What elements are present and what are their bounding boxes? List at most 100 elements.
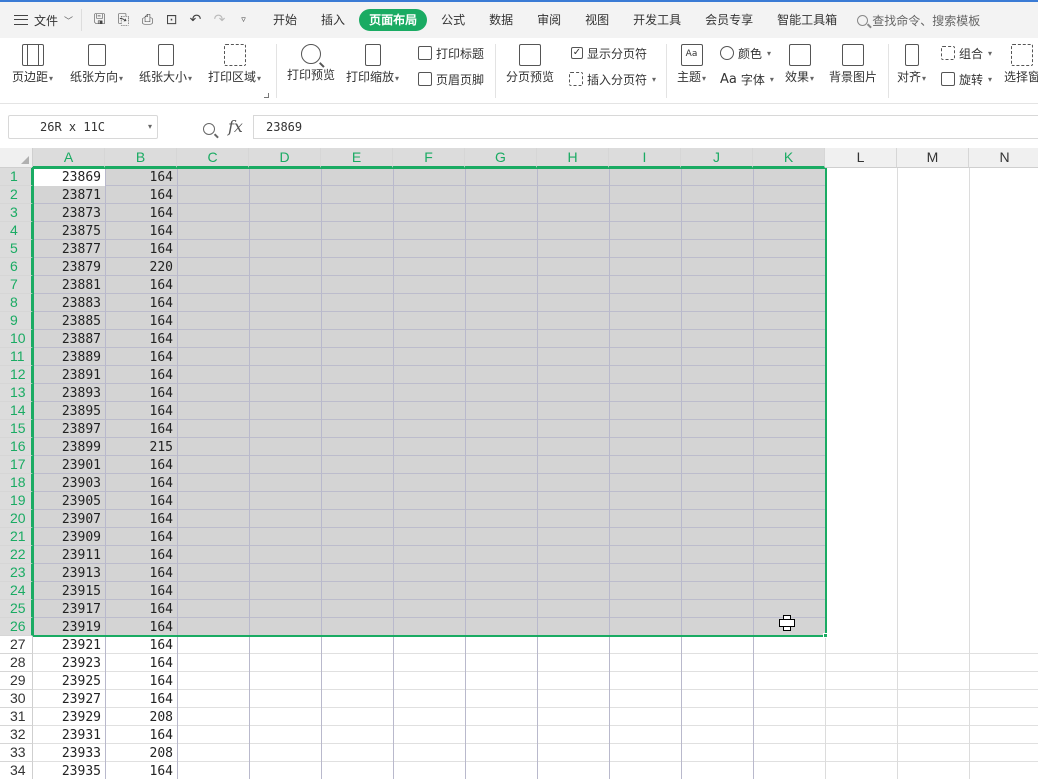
chevron-down-icon[interactable]: ▾: [148, 116, 152, 138]
table-cell[interactable]: 164: [105, 331, 177, 349]
fill-handle[interactable]: [823, 633, 828, 638]
row-header[interactable]: 13: [0, 384, 33, 402]
table-cell[interactable]: 23895: [33, 403, 105, 421]
page-setup-launcher-icon[interactable]: [264, 93, 269, 98]
row-header[interactable]: 6: [0, 258, 33, 276]
table-cell[interactable]: 164: [105, 619, 177, 637]
paper-size-button[interactable]: 纸张大小▾: [139, 38, 192, 86]
column-header[interactable]: K: [753, 148, 825, 168]
table-cell[interactable]: 164: [105, 763, 177, 779]
table-cell[interactable]: 164: [105, 277, 177, 295]
tab-insert[interactable]: 插入: [309, 9, 357, 31]
tab-smart-toolbox[interactable]: 智能工具箱: [765, 9, 849, 31]
table-cell[interactable]: 23903: [33, 475, 105, 493]
effects-button[interactable]: 效果▾: [785, 38, 814, 86]
tab-member[interactable]: 会员专享: [693, 9, 765, 31]
row-header[interactable]: 19: [0, 492, 33, 510]
table-cell[interactable]: 164: [105, 349, 177, 367]
column-header[interactable]: F: [393, 148, 465, 168]
rotate-button[interactable]: 旋转 ▾: [941, 70, 992, 88]
row-header[interactable]: 1: [0, 168, 33, 186]
table-cell[interactable]: 23909: [33, 529, 105, 547]
row-header[interactable]: 10: [0, 330, 33, 348]
select-all-corner[interactable]: [0, 148, 33, 168]
row-header[interactable]: 2: [0, 186, 33, 204]
table-cell[interactable]: 164: [105, 727, 177, 745]
table-cell[interactable]: 23905: [33, 493, 105, 511]
row-header[interactable]: 5: [0, 240, 33, 258]
table-cell[interactable]: 23891: [33, 367, 105, 385]
table-cell[interactable]: 164: [105, 421, 177, 439]
row-header[interactable]: 32: [0, 726, 33, 744]
tab-view[interactable]: 视图: [573, 9, 621, 31]
row-header[interactable]: 4: [0, 222, 33, 240]
table-cell[interactable]: 23933: [33, 745, 105, 763]
table-cell[interactable]: 23915: [33, 583, 105, 601]
table-cell[interactable]: 208: [105, 709, 177, 727]
table-cell[interactable]: 23871: [33, 187, 105, 205]
column-header[interactable]: L: [825, 148, 897, 168]
export-pdf-icon[interactable]: ⎘: [116, 12, 131, 28]
table-cell[interactable]: 23917: [33, 601, 105, 619]
row-header[interactable]: 7: [0, 276, 33, 294]
table-cell[interactable]: 23921: [33, 637, 105, 655]
formula-input[interactable]: 23869: [253, 115, 1038, 139]
redo-icon[interactable]: ↷: [212, 12, 227, 28]
row-header[interactable]: 16: [0, 438, 33, 456]
column-header[interactable]: B: [105, 148, 177, 168]
column-header[interactable]: A: [33, 148, 105, 168]
show-page-breaks-checkbox[interactable]: ✓ 显示分页符: [571, 44, 647, 62]
column-header[interactable]: D: [249, 148, 321, 168]
column-header[interactable]: M: [897, 148, 969, 168]
print-scale-button[interactable]: 打印缩放▾: [346, 38, 399, 86]
margins-button[interactable]: 页边距▾: [12, 38, 53, 86]
file-menu[interactable]: 文件 ﹀: [0, 6, 81, 34]
table-cell[interactable]: 23927: [33, 691, 105, 709]
selection-pane-button[interactable]: 选择窗: [1004, 38, 1038, 84]
tab-formulas[interactable]: 公式: [429, 9, 477, 31]
row-header[interactable]: 3: [0, 204, 33, 222]
table-cell[interactable]: 23875: [33, 223, 105, 241]
print-preview-button[interactable]: 打印预览: [287, 38, 335, 82]
insert-function-icon[interactable]: fx: [228, 117, 243, 136]
row-header[interactable]: 17: [0, 456, 33, 474]
table-cell[interactable]: 164: [105, 187, 177, 205]
table-cell[interactable]: 164: [105, 403, 177, 421]
row-header[interactable]: 28: [0, 654, 33, 672]
customize-dropdown-icon[interactable]: ▿: [236, 13, 251, 28]
table-cell[interactable]: 164: [105, 457, 177, 475]
row-header[interactable]: 27: [0, 636, 33, 654]
row-header[interactable]: 11: [0, 348, 33, 366]
table-cell[interactable]: 164: [105, 169, 177, 187]
table-cell[interactable]: 23877: [33, 241, 105, 259]
colors-button[interactable]: 颜色 ▾: [720, 44, 771, 62]
zoom-icon[interactable]: [203, 123, 215, 135]
row-header[interactable]: 25: [0, 600, 33, 618]
table-cell[interactable]: 164: [105, 691, 177, 709]
print-preview-icon[interactable]: ⊡: [164, 12, 179, 28]
spreadsheet-grid[interactable]: A B C D E F G H I J K L M N 1 23869 164 2 23871 164 3 23873 16…: [0, 148, 1038, 779]
table-cell[interactable]: 164: [105, 673, 177, 691]
table-cell[interactable]: 164: [105, 367, 177, 385]
save-icon[interactable]: 🖫: [92, 12, 107, 28]
insert-page-break-button[interactable]: 插入分页符 ▾: [569, 70, 656, 88]
table-cell[interactable]: 23883: [33, 295, 105, 313]
table-cell[interactable]: 23931: [33, 727, 105, 745]
table-cell[interactable]: 23901: [33, 457, 105, 475]
row-header[interactable]: 29: [0, 672, 33, 690]
table-cell[interactable]: 164: [105, 637, 177, 655]
row-header[interactable]: 14: [0, 402, 33, 420]
table-cell[interactable]: 220: [105, 259, 177, 277]
table-cell[interactable]: 164: [105, 565, 177, 583]
print-area-button[interactable]: 打印区域▾: [208, 38, 261, 86]
row-header[interactable]: 20: [0, 510, 33, 528]
table-cell[interactable]: 164: [105, 205, 177, 223]
tab-data[interactable]: 数据: [477, 9, 525, 31]
undo-icon[interactable]: ↶: [188, 12, 203, 28]
table-cell[interactable]: 164: [105, 493, 177, 511]
table-cell[interactable]: 164: [105, 583, 177, 601]
tab-review[interactable]: 审阅: [525, 9, 573, 31]
row-header[interactable]: 9: [0, 312, 33, 330]
fonts-button[interactable]: Aa 字体 ▾: [720, 70, 774, 88]
table-cell[interactable]: 23881: [33, 277, 105, 295]
